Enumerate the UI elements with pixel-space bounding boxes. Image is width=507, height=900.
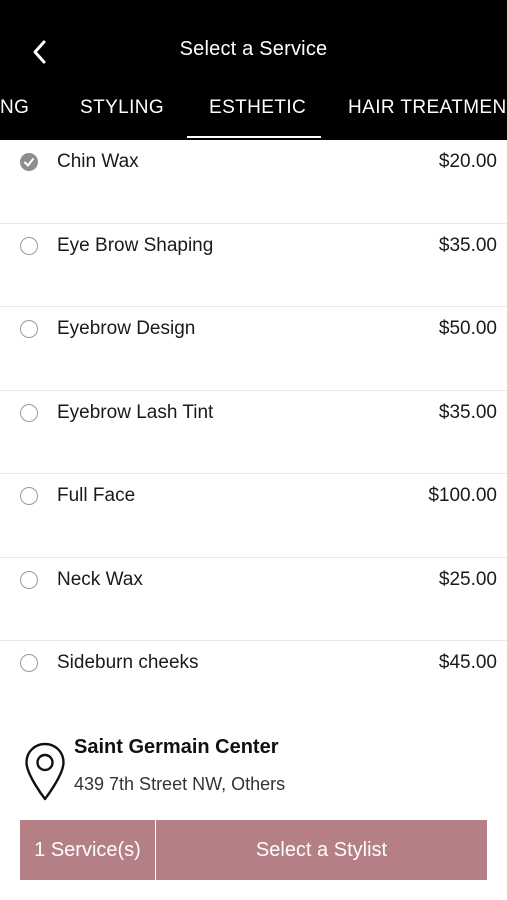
service-row-neck-wax[interactable]: Neck Wax $25.00	[0, 558, 507, 641]
header-bar: Select a Service NG STYLING ESTHETIC HAI…	[0, 0, 507, 140]
location-address: 439 7th Street NW, Others	[74, 774, 286, 794]
location-name: Saint Germain Center	[74, 736, 279, 758]
service-price: $100.00	[428, 485, 497, 506]
service-name: Neck Wax	[57, 568, 143, 590]
category-tabs: NG STYLING ESTHETIC HAIR TREATMENT	[0, 88, 507, 140]
radio-unchecked-icon[interactable]	[20, 403, 38, 422]
tab-ng[interactable]: NG	[0, 97, 29, 119]
radio-unchecked-icon[interactable]	[20, 570, 38, 589]
service-price: $20.00	[438, 151, 497, 172]
map-pin-icon	[25, 742, 65, 801]
radio-unchecked-icon[interactable]	[20, 487, 38, 505]
service-price: $25.00	[438, 568, 497, 590]
service-price: $35.00	[438, 234, 497, 256]
service-name: Chin Wax	[57, 151, 139, 172]
service-name: Full Face	[57, 485, 136, 506]
salon-location: Saint Germain Center 439 7th Street NW, …	[0, 730, 507, 820]
tab-esthetic[interactable]: ESTHETIC	[209, 97, 306, 119]
service-name: Eyebrow Design	[57, 318, 196, 339]
service-name: Eye Brow Shaping	[57, 234, 214, 256]
select-stylist-button[interactable]: Select a Stylist	[156, 820, 487, 880]
bottom-action-bar: 1 Service(s) Select a Stylist	[0, 820, 507, 900]
radio-unchecked-icon[interactable]	[20, 654, 38, 672]
service-price: $50.00	[438, 318, 497, 339]
radio-checked-icon[interactable]	[20, 153, 38, 171]
service-row-chin-wax[interactable]: Chin Wax $20.00	[0, 140, 507, 224]
service-price: $45.00	[438, 652, 497, 673]
service-list: Chin Wax $20.00 Eye Brow Shaping $35.00 …	[0, 140, 507, 725]
service-row-sideburn-cheeks[interactable]: Sideburn cheeks $45.00	[0, 641, 507, 725]
service-row-full-face[interactable]: Full Face $100.00	[0, 474, 507, 558]
selected-services-button[interactable]: 1 Service(s)	[20, 820, 155, 880]
service-name: Sideburn cheeks	[57, 652, 199, 673]
service-price: $35.00	[438, 401, 497, 423]
service-row-eyebrow-lash-tint[interactable]: Eyebrow Lash Tint $35.00	[0, 391, 507, 474]
service-row-eyebrow-design[interactable]: Eyebrow Design $50.00	[0, 307, 507, 391]
page-title: Select a Service	[179, 38, 328, 60]
radio-unchecked-icon[interactable]	[20, 320, 38, 338]
radio-unchecked-icon[interactable]	[20, 236, 38, 255]
active-tab-indicator	[187, 136, 321, 138]
tab-styling[interactable]: STYLING	[80, 97, 164, 119]
service-name: Eyebrow Lash Tint	[57, 401, 214, 423]
tab-hair-treatment[interactable]: HAIR TREATMENT	[348, 97, 507, 119]
service-row-eye-brow-shaping[interactable]: Eye Brow Shaping $35.00	[0, 224, 507, 307]
